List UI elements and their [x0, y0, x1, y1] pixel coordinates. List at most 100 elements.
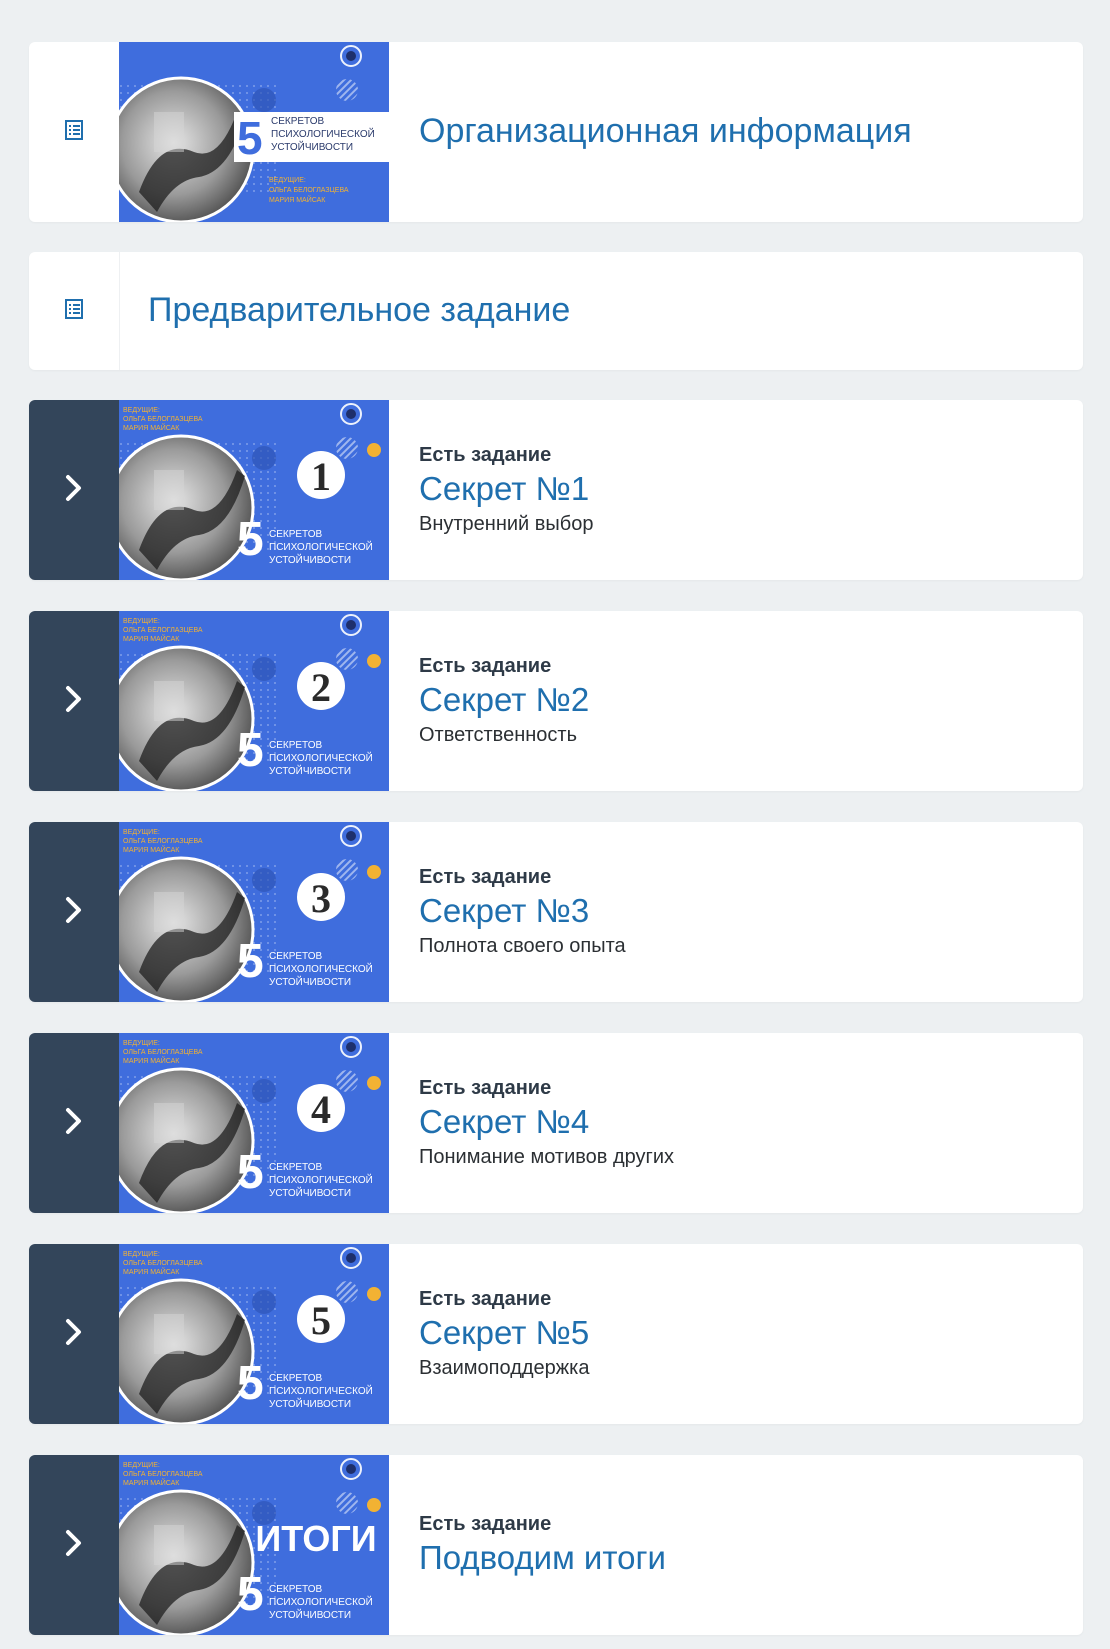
card-description: Полнота своего опыта [419, 934, 626, 957]
svg-text:УСТОЙЧИВОСТИ: УСТОЙЧИВОСТИ [269, 1397, 351, 1410]
thumb-number: 4 [311, 1087, 331, 1132]
svg-text:ОЛЬГА БЕЛОГЛАЗЦЕВА: ОЛЬГА БЕЛОГЛАЗЦЕВА [123, 416, 203, 423]
svg-text:ВЕДУЩИЕ:: ВЕДУЩИЕ: [123, 407, 160, 414]
chevron-right-icon [63, 1528, 85, 1563]
card-title-link[interactable]: Секрет №3 [419, 892, 1063, 930]
card-body: Есть задание Подводим итоги [419, 1455, 1063, 1635]
svg-text:УСТОЙЧИВОСТИ: УСТОЙЧИВОСТИ [269, 553, 351, 566]
expand-toggle[interactable] [29, 1033, 119, 1213]
svg-text:ВЕДУЩИЕ:: ВЕДУЩИЕ: [123, 1040, 160, 1047]
expand-toggle[interactable] [29, 1244, 119, 1424]
svg-text:СЕКРЕТОВ: СЕКРЕТОВ [269, 1162, 322, 1173]
svg-text:ОЛЬГА БЕЛОГЛАЗЦЕВА: ОЛЬГА БЕЛОГЛАЗЦЕВА [269, 187, 349, 194]
document-list-icon [65, 298, 83, 324]
section-card[interactable]: ВЕДУЩИЕ: ОЛЬГА БЕЛОГЛАЗЦЕВА МАРИЯ МАЙСАК… [29, 1244, 1083, 1424]
card-title-link[interactable]: Секрет №4 [419, 1103, 1063, 1141]
thumb-number: 5 [311, 1298, 331, 1343]
card-body: Есть задание Секрет №1 Внутренний выбор [419, 400, 1063, 580]
card-thumbnail[interactable]: ВЕДУЩИЕ: ОЛЬГА БЕЛОГЛАЗЦЕВА МАРИЯ МАЙСАК… [119, 400, 389, 580]
page-type [29, 42, 119, 222]
expand-toggle[interactable] [29, 822, 119, 1002]
card-title-link[interactable]: Организационная информация [419, 110, 1063, 152]
svg-text:5: 5 [237, 1357, 264, 1410]
svg-text:УСТОЙЧИВОСТИ: УСТОЙЧИВОСТИ [269, 975, 351, 988]
svg-text:СЕКРЕТОВ: СЕКРЕТОВ [269, 740, 322, 751]
card-title-link[interactable]: Секрет №5 [419, 1314, 1063, 1352]
card-body: Организационная информация [419, 42, 1063, 222]
svg-text:ОЛЬГА БЕЛОГЛАЗЦЕВА: ОЛЬГА БЕЛОГЛАЗЦЕВА [123, 627, 203, 634]
assignment-badge: Есть задание [419, 1513, 552, 1535]
svg-text:МАРИЯ МАЙСАК: МАРИЯ МАЙСАК [123, 1478, 180, 1487]
card-thumbnail[interactable]: 5 СЕКРЕТОВ ПСИХОЛОГИЧЕСКОЙ УСТОЙЧИВОСТИ … [119, 42, 389, 222]
svg-text:УСТОЙЧИВОСТИ: УСТОЙЧИВОСТИ [271, 140, 353, 153]
svg-text:ВЕДУЩИЕ:: ВЕДУЩИЕ: [123, 1462, 160, 1469]
card-description: Ответственность [419, 723, 577, 746]
thumb-word: ИТОГИ [255, 1518, 376, 1559]
svg-text:МАРИЯ МАЙСАК: МАРИЯ МАЙСАК [123, 1056, 180, 1065]
thumb-number: 1 [311, 454, 331, 499]
svg-text:ПСИХОЛОГИЧЕСКОЙ: ПСИХОЛОГИЧЕСКОЙ [269, 1173, 373, 1186]
svg-text:ПСИХОЛОГИЧЕСКОЙ: ПСИХОЛОГИЧЕСКОЙ [269, 751, 373, 764]
section-card[interactable]: ВЕДУЩИЕ: ОЛЬГА БЕЛОГЛАЗЦЕВА МАРИЯ МАЙСАК… [29, 1455, 1083, 1635]
page-card[interactable]: Предварительное задание [29, 252, 1083, 370]
svg-text:СЕКРЕТОВ: СЕКРЕТОВ [269, 1373, 322, 1384]
svg-text:МАРИЯ МАЙСАК: МАРИЯ МАЙСАК [123, 845, 180, 854]
svg-text:5: 5 [237, 513, 264, 566]
svg-text:УСТОЙЧИВОСТИ: УСТОЙЧИВОСТИ [269, 1608, 351, 1621]
card-thumbnail[interactable]: ВЕДУЩИЕ: ОЛЬГА БЕЛОГЛАЗЦЕВА МАРИЯ МАЙСАК… [119, 822, 389, 1002]
svg-text:ПСИХОЛОГИЧЕСКОЙ: ПСИХОЛОГИЧЕСКОЙ [269, 540, 373, 553]
svg-text:ВЕДУЩИЕ:: ВЕДУЩИЕ: [123, 1251, 160, 1258]
card-body: Есть задание Секрет №4 Понимание мотивов д… [419, 1033, 1063, 1213]
svg-text:ОЛЬГА БЕЛОГЛАЗЦЕВА: ОЛЬГА БЕЛОГЛАЗЦЕВА [123, 1471, 203, 1478]
section-card[interactable]: ВЕДУЩИЕ: ОЛЬГА БЕЛОГЛАЗЦЕВА МАРИЯ МАЙСАК… [29, 611, 1083, 791]
card-title-link[interactable]: Подводим итоги [419, 1539, 1063, 1577]
svg-text:ОЛЬГА БЕЛОГЛАЗЦЕВА: ОЛЬГА БЕЛОГЛАЗЦЕВА [123, 1260, 203, 1267]
expand-toggle[interactable] [29, 400, 119, 580]
svg-text:ОЛЬГА БЕЛОГЛАЗЦЕВА: ОЛЬГА БЕЛОГЛАЗЦЕВА [123, 838, 203, 845]
card-description: Взаимоподдержка [419, 1356, 590, 1379]
card-thumbnail[interactable]: ВЕДУЩИЕ: ОЛЬГА БЕЛОГЛАЗЦЕВА МАРИЯ МАЙСАК… [119, 611, 389, 791]
chevron-right-icon [63, 1106, 85, 1141]
page-type [29, 252, 120, 370]
expand-toggle[interactable] [29, 1455, 119, 1635]
svg-text:5: 5 [237, 935, 264, 988]
page-card[interactable]: 5 СЕКРЕТОВ ПСИХОЛОГИЧЕСКОЙ УСТОЙЧИВОСТИ … [29, 42, 1083, 222]
card-title-link[interactable]: Секрет №1 [419, 470, 1063, 508]
svg-text:МАРИЯ МАЙСАК: МАРИЯ МАЙСАК [123, 423, 180, 432]
svg-text:ОЛЬГА БЕЛОГЛАЗЦЕВА: ОЛЬГА БЕЛОГЛАЗЦЕВА [123, 1049, 203, 1056]
section-card[interactable]: ВЕДУЩИЕ: ОЛЬГА БЕЛОГЛАЗЦЕВА МАРИЯ МАЙСАК… [29, 400, 1083, 580]
card-title-link[interactable]: Предварительное задание [148, 289, 1063, 331]
card-thumbnail[interactable]: ВЕДУЩИЕ: ОЛЬГА БЕЛОГЛАЗЦЕВА МАРИЯ МАЙСАК… [119, 1455, 389, 1635]
card-thumbnail[interactable]: ВЕДУЩИЕ: ОЛЬГА БЕЛОГЛАЗЦЕВА МАРИЯ МАЙСАК… [119, 1244, 389, 1424]
svg-text:ПСИХОЛОГИЧЕСКОЙ: ПСИХОЛОГИЧЕСКОЙ [269, 1595, 373, 1608]
course-section-list: 5 СЕКРЕТОВ ПСИХОЛОГИЧЕСКОЙ УСТОЙЧИВОСТИ … [0, 0, 1110, 1649]
card-title-link[interactable]: Секрет №2 [419, 681, 1063, 719]
assignment-badge: Есть задание [419, 865, 552, 888]
svg-text:ВЕДУЩИЕ:: ВЕДУЩИЕ: [269, 177, 306, 184]
section-card[interactable]: ВЕДУЩИЕ: ОЛЬГА БЕЛОГЛАЗЦЕВА МАРИЯ МАЙСАК… [29, 822, 1083, 1002]
assignment-badge: Есть задание [419, 1076, 552, 1099]
assignment-badge: Есть задание [419, 1287, 552, 1310]
section-card[interactable]: ВЕДУЩИЕ: ОЛЬГА БЕЛОГЛАЗЦЕВА МАРИЯ МАЙСАК… [29, 1033, 1083, 1213]
card-body: Есть задание Секрет №3 Полнота своего опыт… [419, 822, 1063, 1002]
svg-text:ВЕДУЩИЕ:: ВЕДУЩИЕ: [123, 618, 160, 625]
chevron-right-icon [63, 895, 85, 930]
svg-text:ПСИХОЛОГИЧЕСКОЙ: ПСИХОЛОГИЧЕСКОЙ [269, 962, 373, 975]
card-description: Внутренний выбор [419, 512, 594, 535]
svg-text:СЕКРЕТОВ: СЕКРЕТОВ [269, 1584, 322, 1595]
svg-text:СЕКРЕТОВ: СЕКРЕТОВ [269, 529, 322, 540]
assignment-badge: Есть задание [419, 654, 552, 677]
document-list-icon [65, 119, 83, 145]
svg-text:5: 5 [237, 112, 263, 164]
svg-text:СЕКРЕТОВ: СЕКРЕТОВ [271, 116, 324, 127]
svg-text:ПСИХОЛОГИЧЕСКОЙ: ПСИХОЛОГИЧЕСКОЙ [269, 1384, 373, 1397]
svg-text:МАРИЯ МАЙСАК: МАРИЯ МАЙСАК [123, 634, 180, 643]
expand-toggle[interactable] [29, 611, 119, 791]
assignment-badge: Есть задание [419, 443, 552, 466]
chevron-right-icon [63, 684, 85, 719]
thumb-number: 3 [311, 876, 331, 921]
card-thumbnail[interactable]: ВЕДУЩИЕ: ОЛЬГА БЕЛОГЛАЗЦЕВА МАРИЯ МАЙСАК… [119, 1033, 389, 1213]
thumb-number: 2 [311, 665, 331, 710]
svg-text:5: 5 [237, 1146, 264, 1199]
svg-text:УСТОЙЧИВОСТИ: УСТОЙЧИВОСТИ [269, 764, 351, 777]
